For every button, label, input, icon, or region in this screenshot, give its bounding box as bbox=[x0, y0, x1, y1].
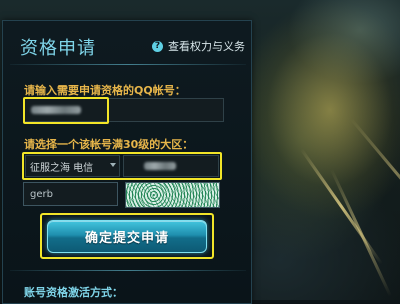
highlight-box bbox=[22, 152, 222, 180]
captcha-image[interactable] bbox=[125, 182, 220, 208]
rights-link[interactable]: ? 查看权力与义务 bbox=[152, 38, 245, 54]
captcha-input[interactable]: gerb bbox=[23, 182, 118, 206]
region-label: 请选择一个该帐号满30级的大区： bbox=[24, 138, 194, 151]
submit-button[interactable]: 确定提交申请 bbox=[47, 220, 207, 253]
divider bbox=[10, 64, 246, 65]
help-icon: ? bbox=[152, 40, 163, 52]
activation-label: 账号资格激活方式： bbox=[24, 286, 123, 299]
divider bbox=[10, 270, 246, 271]
rights-link-label: 查看权力与义务 bbox=[168, 40, 245, 53]
qq-label: 请输入需要申请资格的QQ帐号： bbox=[24, 84, 186, 97]
highlight-box bbox=[23, 97, 109, 124]
page-title: 资格申请 bbox=[20, 38, 96, 59]
